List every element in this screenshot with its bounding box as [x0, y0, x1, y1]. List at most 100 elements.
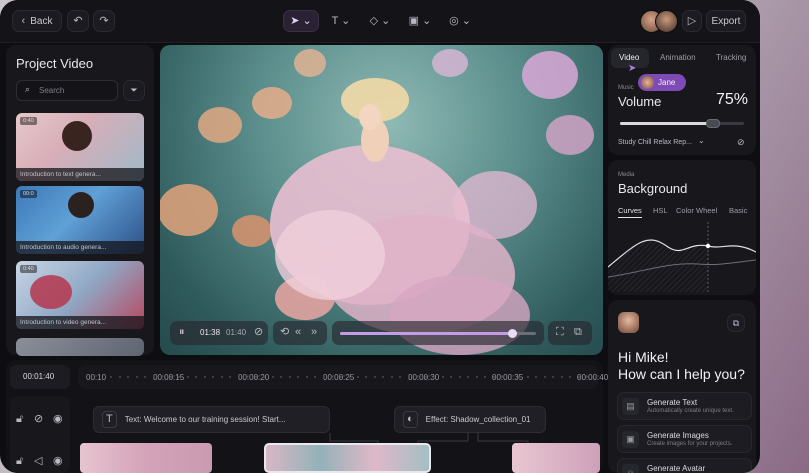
ruler-dot [135, 376, 138, 378]
total-time: 01:40 [226, 328, 247, 337]
ruler-dot [424, 376, 427, 378]
tab-tracking[interactable]: Tracking [716, 53, 746, 62]
ruler-dot [118, 376, 121, 378]
filter-button[interactable]: ⏷ [123, 80, 145, 101]
generate-text-button[interactable]: ▤ Generate Text Automatically create uni… [617, 392, 752, 420]
preview-play-button[interactable]: ▷ [682, 10, 702, 32]
video-clip[interactable] [80, 443, 212, 473]
volume-handle[interactable] [706, 119, 720, 128]
pause-icon[interactable]: ⏸ [179, 327, 185, 338]
rewind-icon[interactable]: « [295, 327, 301, 338]
video-clip-selected[interactable] [264, 443, 431, 473]
expand-icon: ⧉ [732, 317, 740, 328]
ruler-dot [526, 376, 529, 378]
select-tool-button[interactable]: ➤ ⌄ [283, 10, 319, 32]
volume-title: Volume [618, 94, 662, 109]
ruler-dot [535, 376, 537, 378]
volume-slider[interactable] [620, 119, 744, 128]
text-tool-button[interactable]: T ⌄ [326, 10, 356, 32]
ruler-tick: 00:10 [86, 373, 107, 382]
text-clip[interactable]: T Text: Welcome to our training session!… [93, 406, 330, 433]
ruler-dot [390, 376, 393, 378]
ruler-dot [441, 376, 444, 378]
pip-icon[interactable]: ⧉ [574, 327, 582, 338]
back-button[interactable]: ‹ Back [12, 10, 62, 32]
export-button[interactable]: Export [706, 10, 746, 32]
mute-icon[interactable]: ⊘ [34, 414, 43, 425]
undo-button[interactable]: ↶ [67, 10, 89, 32]
project-title: Project Video [16, 56, 94, 71]
ruler-dot [569, 376, 571, 378]
ruler-dot [509, 376, 512, 378]
collaborator-badge: Jane [638, 74, 686, 91]
lock-icon[interactable]: 🔓︎ [16, 456, 23, 467]
tab-animation[interactable]: Animation [660, 53, 696, 62]
volume-fill [620, 122, 713, 125]
curves-graph[interactable] [608, 222, 756, 292]
avatar [655, 10, 678, 33]
volume-value: 75% [716, 91, 749, 108]
generate-title: Generate Text [647, 398, 698, 407]
app-window: ‹ Back ↶ ↷ ➤ ⌄ T ⌄ ◇ ⌄ ▣ ⌄ ◎ ⌄ ▷ Export … [0, 0, 760, 473]
effect-clip[interactable]: ◐ Effect: Shadow_collection_01 [394, 406, 546, 433]
tab-color-wheel[interactable]: Color Wheel [676, 206, 717, 215]
image-tool-button[interactable]: ▣ ⌄ [405, 10, 435, 32]
progress-handle[interactable] [508, 329, 518, 338]
ruler-dot [416, 376, 418, 378]
lock-icon[interactable]: 🔓︎ [16, 414, 23, 425]
mute-icon[interactable]: ⊘ [737, 138, 745, 147]
thumbnail-duration: 00:0 [20, 190, 37, 198]
forward-icon[interactable]: » [311, 327, 317, 338]
undo-icon: ↶ [73, 14, 83, 27]
collaborator-name: Jane [658, 78, 676, 87]
track-name[interactable]: Study Chill Relax Rep... [618, 139, 692, 146]
thumbnail-duration: 0:40 [20, 117, 37, 125]
ruler-dot [161, 376, 163, 378]
eye-icon[interactable]: ◉ [53, 414, 63, 425]
progress-track[interactable] [340, 329, 536, 338]
generate-title: Generate Images [647, 431, 709, 440]
ruler-dot [297, 376, 299, 378]
generate-images-button[interactable]: ▣ Generate Images Create images for your… [617, 425, 752, 453]
text-generate-icon: ▤ [622, 398, 639, 415]
ruler-dot [322, 376, 325, 378]
tab-basic[interactable]: Basic [729, 206, 747, 215]
ruler-dot [484, 376, 486, 378]
ruler-dot [467, 376, 469, 378]
project-thumbnail[interactable]: 0:40 Introduction to text genera... [16, 113, 144, 181]
collaborator-cursor-icon: ➤ [628, 63, 637, 74]
video-clip[interactable] [512, 443, 600, 473]
ruler-dot [433, 376, 435, 378]
back-icon: ‹ [21, 14, 26, 27]
filter-icon: ⏷ [130, 85, 138, 95]
fullscreen-icon[interactable]: ⛶ [556, 327, 564, 338]
generate-avatar-button[interactable]: ☺ Generate Avatar [617, 458, 752, 473]
loop-icon[interactable]: ⟲ [280, 327, 289, 338]
track-chevron-icon[interactable]: ⌄ [698, 136, 705, 145]
tab-hsl[interactable]: HSL [653, 206, 668, 215]
ruler-dot [152, 376, 155, 378]
redo-button[interactable]: ↷ [93, 10, 115, 32]
ruler-dot [331, 376, 333, 378]
expand-assistant-button[interactable]: ⧉ [727, 314, 745, 332]
avatar-generate-icon: ☺ [622, 464, 639, 473]
thumbnail-caption: Introduction to audio genera... [16, 241, 144, 254]
ruler-dot [577, 376, 580, 378]
record-tool-button[interactable]: ◎ ⌄ [445, 10, 475, 32]
project-thumbnail[interactable] [16, 338, 144, 356]
ruler-dot [492, 376, 495, 378]
mute-icon[interactable]: ⊘ [254, 327, 263, 338]
tab-curves[interactable]: Curves [618, 206, 642, 215]
video-preview[interactable]: ⏸ 01:38 01:40 ⊘ ⟲ « » ⛶ ⧉ [160, 45, 603, 355]
project-thumbnail[interactable]: 00:0 Introduction to audio genera... [16, 186, 144, 254]
volume-icon[interactable]: ◁ [34, 456, 42, 467]
search-input[interactable]: ⌕ Search [16, 80, 118, 101]
eye-icon[interactable]: ◉ [53, 456, 63, 467]
shape-tool-button[interactable]: ◇ ⌄ [365, 10, 395, 32]
generate-title: Generate Avatar [647, 464, 706, 473]
collaborators-avatars[interactable] [640, 10, 678, 33]
ruler-dot [475, 376, 478, 378]
ruler-dot [399, 376, 401, 378]
music-section-label: Music [618, 85, 634, 91]
project-thumbnail[interactable]: 0:40 Introduction to video genera... [16, 261, 144, 329]
